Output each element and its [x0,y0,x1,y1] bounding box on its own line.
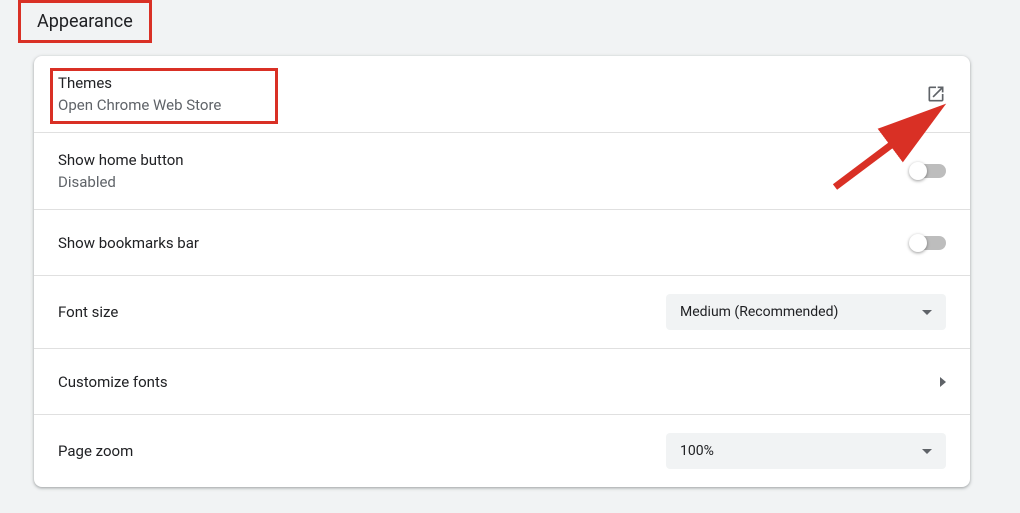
font-size-dropdown[interactable]: Medium (Recommended) [666,294,946,330]
themes-row[interactable]: Themes Open Chrome Web Store [34,56,970,133]
external-link-icon [926,84,946,104]
page-zoom-dropdown[interactable]: 100% [666,433,946,469]
customize-fonts-title: Customize fonts [58,373,168,391]
bookmarks-bar-row: Show bookmarks bar [34,210,970,276]
customize-fonts-text: Customize fonts [58,373,168,391]
toggle-knob [909,162,927,180]
dropdown-arrow-icon [922,449,932,454]
themes-text: Themes Open Chrome Web Store [58,74,221,114]
home-button-title: Show home button [58,151,184,169]
page-zoom-row: Page zoom 100% [34,415,970,487]
appearance-settings-card: Themes Open Chrome Web Store Show home b… [34,56,970,487]
home-button-toggle[interactable] [910,164,946,178]
toggle-knob [909,234,927,252]
font-size-row: Font size Medium (Recommended) [34,276,970,349]
page-zoom-text: Page zoom [58,442,133,460]
themes-title: Themes [58,74,221,92]
chevron-right-icon [940,377,946,387]
home-button-row: Show home button Disabled [34,133,970,210]
home-button-subtitle: Disabled [58,173,184,191]
dropdown-arrow-icon [922,310,932,315]
page-zoom-selected: 100% [680,443,714,459]
bookmarks-bar-text: Show bookmarks bar [58,234,199,252]
customize-fonts-row[interactable]: Customize fonts [34,349,970,415]
section-title: Appearance [37,11,133,32]
font-size-selected: Medium (Recommended) [680,304,838,320]
bookmarks-bar-title: Show bookmarks bar [58,234,199,252]
page-zoom-title: Page zoom [58,442,133,460]
bookmarks-bar-toggle[interactable] [910,236,946,250]
font-size-title: Font size [58,303,118,321]
section-header-appearance: Appearance [18,0,152,43]
font-size-text: Font size [58,303,118,321]
home-button-text: Show home button Disabled [58,151,184,191]
themes-subtitle: Open Chrome Web Store [58,96,221,114]
